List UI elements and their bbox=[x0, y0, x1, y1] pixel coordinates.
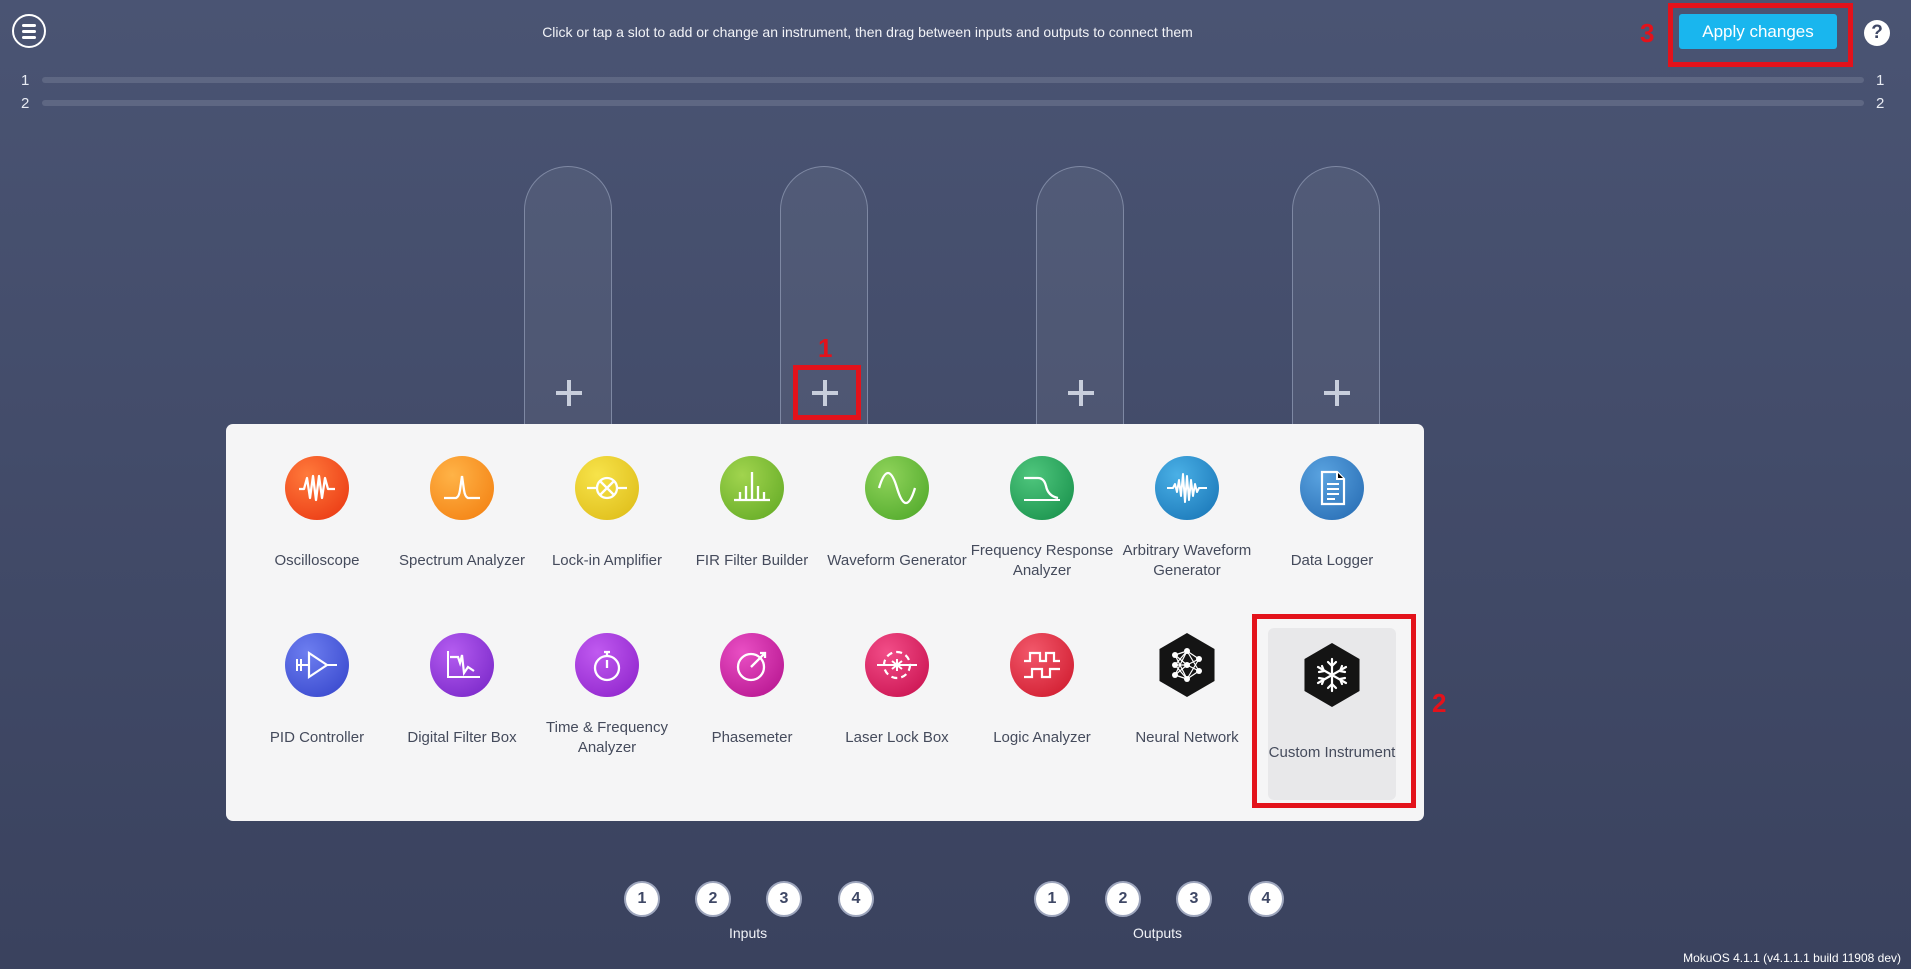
add-slot-1-icon[interactable] bbox=[556, 380, 582, 406]
oscilloscope-icon bbox=[285, 456, 349, 520]
annotation-label-3: 3 bbox=[1640, 18, 1655, 48]
channel-2-right-label: 2 bbox=[1876, 95, 1885, 112]
outputs-label: Outputs bbox=[1133, 925, 1183, 941]
annotation-box-2 bbox=[1252, 614, 1416, 808]
output-port-4[interactable]: 4 bbox=[1248, 881, 1284, 917]
instrument-arbitrary-waveform-generator[interactable]: Arbitrary Waveform Generator bbox=[1115, 438, 1259, 603]
output-port-3[interactable]: 3 bbox=[1176, 881, 1212, 917]
channel-1-track bbox=[42, 77, 1864, 83]
instrument-label: Time & Frequency Analyzer bbox=[546, 719, 668, 756]
instrument-label: Arbitrary Waveform Generator bbox=[1122, 542, 1252, 579]
instrument-logic-analyzer[interactable]: Logic Analyzer bbox=[970, 615, 1114, 780]
phasemeter-icon bbox=[720, 633, 784, 697]
instrument-lock-in-amplifier[interactable]: Lock-in Amplifier bbox=[535, 438, 679, 603]
instrument-oscilloscope[interactable]: Oscilloscope bbox=[245, 438, 389, 603]
instrument-label: Lock-in Amplifier bbox=[551, 552, 663, 569]
data-logger-icon bbox=[1300, 456, 1364, 520]
channel-2-left-label: 2 bbox=[21, 95, 30, 112]
instrument-label: Laser Lock Box bbox=[845, 729, 949, 746]
instrument-label: Phasemeter bbox=[711, 729, 793, 746]
lock-in-amplifier-icon bbox=[575, 456, 639, 520]
instrument-label: Logic Analyzer bbox=[993, 729, 1091, 746]
instrument-digital-filter-box[interactable]: Digital Filter Box bbox=[390, 615, 534, 780]
instrument-label: Data Logger bbox=[1290, 552, 1374, 569]
fir-filter-icon bbox=[720, 456, 784, 520]
instrument-label: Spectrum Analyzer bbox=[399, 552, 525, 569]
frequency-response-icon bbox=[1010, 456, 1074, 520]
logic-analyzer-icon bbox=[1010, 633, 1074, 697]
add-slot-3-icon[interactable] bbox=[1068, 380, 1094, 406]
instructions-text: Click or tap a slot to add or change an … bbox=[542, 24, 1193, 40]
neural-network-icon bbox=[1159, 633, 1215, 697]
input-port-3[interactable]: 3 bbox=[766, 881, 802, 917]
laser-lock-icon bbox=[865, 633, 929, 697]
add-slot-4-icon[interactable] bbox=[1324, 380, 1350, 406]
instrument-label: Digital Filter Box bbox=[407, 729, 517, 746]
instrument-label: Waveform Generator bbox=[827, 552, 967, 569]
output-port-1[interactable]: 1 bbox=[1034, 881, 1070, 917]
instrument-label: FIR Filter Builder bbox=[695, 552, 809, 569]
annotation-label-2: 2 bbox=[1432, 688, 1447, 718]
instrument-fir-filter-builder[interactable]: FIR Filter Builder bbox=[680, 438, 824, 603]
instrument-label: Frequency Response Analyzer bbox=[970, 542, 1114, 579]
instrument-slot-3[interactable] bbox=[1036, 166, 1124, 466]
instrument-laser-lock-box[interactable]: Laser Lock Box bbox=[825, 615, 969, 780]
output-port-2[interactable]: 2 bbox=[1105, 881, 1141, 917]
instrument-label: PID Controller bbox=[269, 729, 365, 746]
version-text: MokuOS 4.1.1 (v4.1.1.1 build 11908 dev) bbox=[1683, 951, 1901, 965]
instrument-slot-2[interactable] bbox=[780, 166, 868, 466]
instrument-data-logger[interactable]: Data Logger bbox=[1260, 438, 1404, 603]
instrument-label: Neural Network bbox=[1135, 729, 1239, 746]
annotation-label-1: 1 bbox=[818, 333, 833, 363]
instrument-slot-4[interactable] bbox=[1292, 166, 1380, 466]
instrument-frequency-response-analyzer[interactable]: Frequency Response Analyzer bbox=[970, 438, 1114, 603]
instrument-picker-panel: Oscilloscope Spectrum Analyzer Lock-in A… bbox=[226, 424, 1424, 821]
inputs-label: Inputs bbox=[729, 925, 768, 941]
arbitrary-waveform-icon bbox=[1155, 456, 1219, 520]
input-port-4[interactable]: 4 bbox=[838, 881, 874, 917]
instrument-slot-1[interactable] bbox=[524, 166, 612, 466]
digital-filter-icon bbox=[430, 633, 494, 697]
channel-2-track bbox=[42, 100, 1864, 106]
input-port-1[interactable]: 1 bbox=[624, 881, 660, 917]
instrument-phasemeter[interactable]: Phasemeter bbox=[680, 615, 824, 780]
instrument-spectrum-analyzer[interactable]: Spectrum Analyzer bbox=[390, 438, 534, 603]
apply-changes-button[interactable]: Apply changes bbox=[1679, 14, 1837, 49]
instrument-label: Oscilloscope bbox=[274, 552, 360, 569]
instrument-neural-network[interactable]: Neural Network bbox=[1115, 615, 1259, 780]
channel-1-left-label: 1 bbox=[21, 72, 30, 89]
instrument-waveform-generator[interactable]: Waveform Generator bbox=[825, 438, 969, 603]
time-frequency-icon bbox=[575, 633, 639, 697]
waveform-generator-icon bbox=[865, 456, 929, 520]
annotation-box-1 bbox=[793, 365, 861, 420]
pid-controller-icon bbox=[285, 633, 349, 697]
instrument-time-frequency-analyzer[interactable]: Time & Frequency Analyzer bbox=[535, 615, 679, 780]
spectrum-analyzer-icon bbox=[430, 456, 494, 520]
input-port-2[interactable]: 2 bbox=[695, 881, 731, 917]
instrument-pid-controller[interactable]: PID Controller bbox=[245, 615, 389, 780]
channel-1-right-label: 1 bbox=[1876, 72, 1885, 89]
help-icon[interactable]: ? bbox=[1864, 20, 1890, 46]
